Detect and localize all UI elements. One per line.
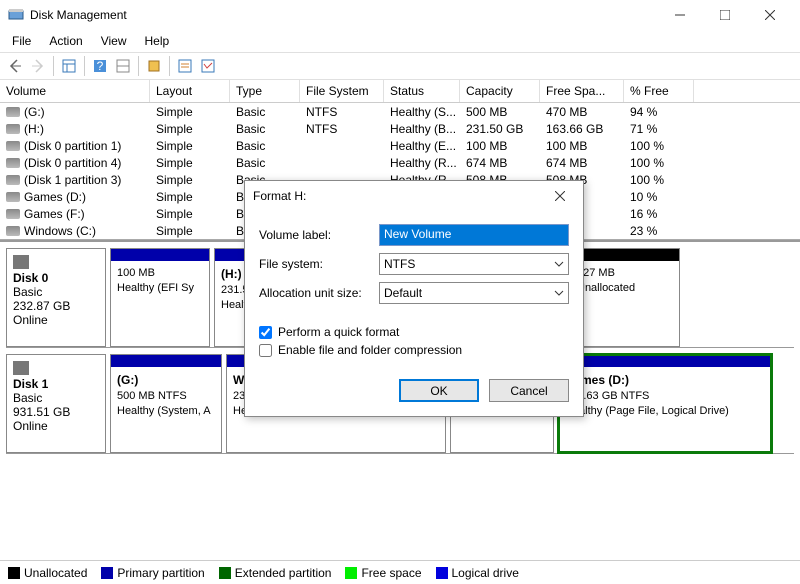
column-pct-free[interactable]: % Free — [624, 80, 694, 102]
volume-icon — [6, 158, 20, 168]
legend-extended: Extended partition — [219, 566, 332, 580]
view-toggle-button[interactable] — [58, 55, 80, 77]
list-view-button[interactable] — [174, 55, 196, 77]
column-volume[interactable]: Volume — [0, 80, 150, 102]
disk-icon — [13, 361, 29, 375]
properties-button[interactable] — [143, 55, 165, 77]
legend-free: Free space — [345, 566, 421, 580]
toolbar: ? — [0, 52, 800, 80]
column-status[interactable]: Status — [384, 80, 460, 102]
file-system-select[interactable]: NTFS — [379, 253, 569, 275]
graphical-view-button[interactable] — [197, 55, 219, 77]
table-row[interactable]: (G:)SimpleBasicNTFSHealthy (S...500 MB47… — [0, 103, 800, 120]
column-layout[interactable]: Layout — [150, 80, 230, 102]
window-title: Disk Management — [30, 8, 657, 22]
volume-icon — [6, 107, 20, 117]
partition[interactable]: 100 MBHealthy (EFI Sy — [110, 248, 210, 347]
partition[interactable]: (G:)500 MB NTFSHealthy (System, A — [110, 354, 222, 453]
column-file-system[interactable]: File System — [300, 80, 384, 102]
minimize-button[interactable] — [657, 0, 702, 30]
dialog-title: Format H: — [253, 189, 545, 203]
back-button[interactable] — [4, 55, 26, 77]
settings-button[interactable] — [112, 55, 134, 77]
table-row[interactable]: (Disk 0 partition 4)SimpleBasicHealthy (… — [0, 154, 800, 171]
volume-label-input[interactable]: New Volume — [379, 224, 569, 246]
column-free-space[interactable]: Free Spa... — [540, 80, 624, 102]
volume-icon — [6, 124, 20, 134]
column-type[interactable]: Type — [230, 80, 300, 102]
menu-bar: File Action View Help — [0, 30, 800, 52]
forward-button[interactable] — [27, 55, 49, 77]
close-window-button[interactable] — [747, 0, 792, 30]
legend-logical: Logical drive — [436, 566, 519, 580]
disk-info[interactable]: Disk 0Basic232.87 GBOnline — [6, 248, 106, 347]
menu-action[interactable]: Action — [41, 32, 90, 50]
volume-list-header: Volume Layout Type File System Status Ca… — [0, 80, 800, 103]
legend-unallocated: Unallocated — [8, 566, 87, 580]
menu-help[interactable]: Help — [137, 32, 178, 50]
disk-icon — [13, 255, 29, 269]
legend-primary: Primary partition — [101, 566, 204, 580]
volume-icon — [6, 209, 20, 219]
volume-icon — [6, 226, 20, 236]
legend: Unallocated Primary partition Extended p… — [0, 560, 800, 584]
quick-format-label: Perform a quick format — [278, 325, 399, 339]
volume-icon — [6, 175, 20, 185]
file-system-label: File system: — [259, 257, 379, 271]
volume-icon — [6, 141, 20, 151]
app-icon — [8, 7, 24, 23]
menu-file[interactable]: File — [4, 32, 39, 50]
table-row[interactable]: (H:)SimpleBasicNTFSHealthy (B...231.50 G… — [0, 120, 800, 137]
svg-text:?: ? — [97, 59, 104, 73]
column-capacity[interactable]: Capacity — [460, 80, 540, 102]
ok-button[interactable]: OK — [399, 379, 479, 402]
volume-label-label: Volume label: — [259, 228, 379, 242]
compression-label: Enable file and folder compression — [278, 343, 462, 357]
chevron-down-icon — [554, 288, 564, 298]
dialog-close-button[interactable] — [545, 181, 575, 211]
cancel-button[interactable]: Cancel — [489, 379, 569, 402]
menu-view[interactable]: View — [93, 32, 135, 50]
chevron-down-icon — [554, 259, 564, 269]
help-button[interactable]: ? — [89, 55, 111, 77]
volume-icon — [6, 192, 20, 202]
maximize-button[interactable] — [702, 0, 747, 30]
partition[interactable]: 627 MBUnallocated — [570, 248, 680, 347]
disk-info[interactable]: Disk 1Basic931.51 GBOnline — [6, 354, 106, 453]
allocation-select[interactable]: Default — [379, 282, 569, 304]
format-dialog: Format H: Volume label: New Volume File … — [244, 180, 584, 417]
compression-checkbox[interactable] — [259, 344, 272, 357]
allocation-label: Allocation unit size: — [259, 286, 379, 300]
table-row[interactable]: (Disk 0 partition 1)SimpleBasicHealthy (… — [0, 137, 800, 154]
window-titlebar: Disk Management — [0, 0, 800, 30]
quick-format-checkbox[interactable] — [259, 326, 272, 339]
partition[interactable]: Games (D:)698.63 GB NTFSHealthy (Page Fi… — [558, 354, 772, 453]
